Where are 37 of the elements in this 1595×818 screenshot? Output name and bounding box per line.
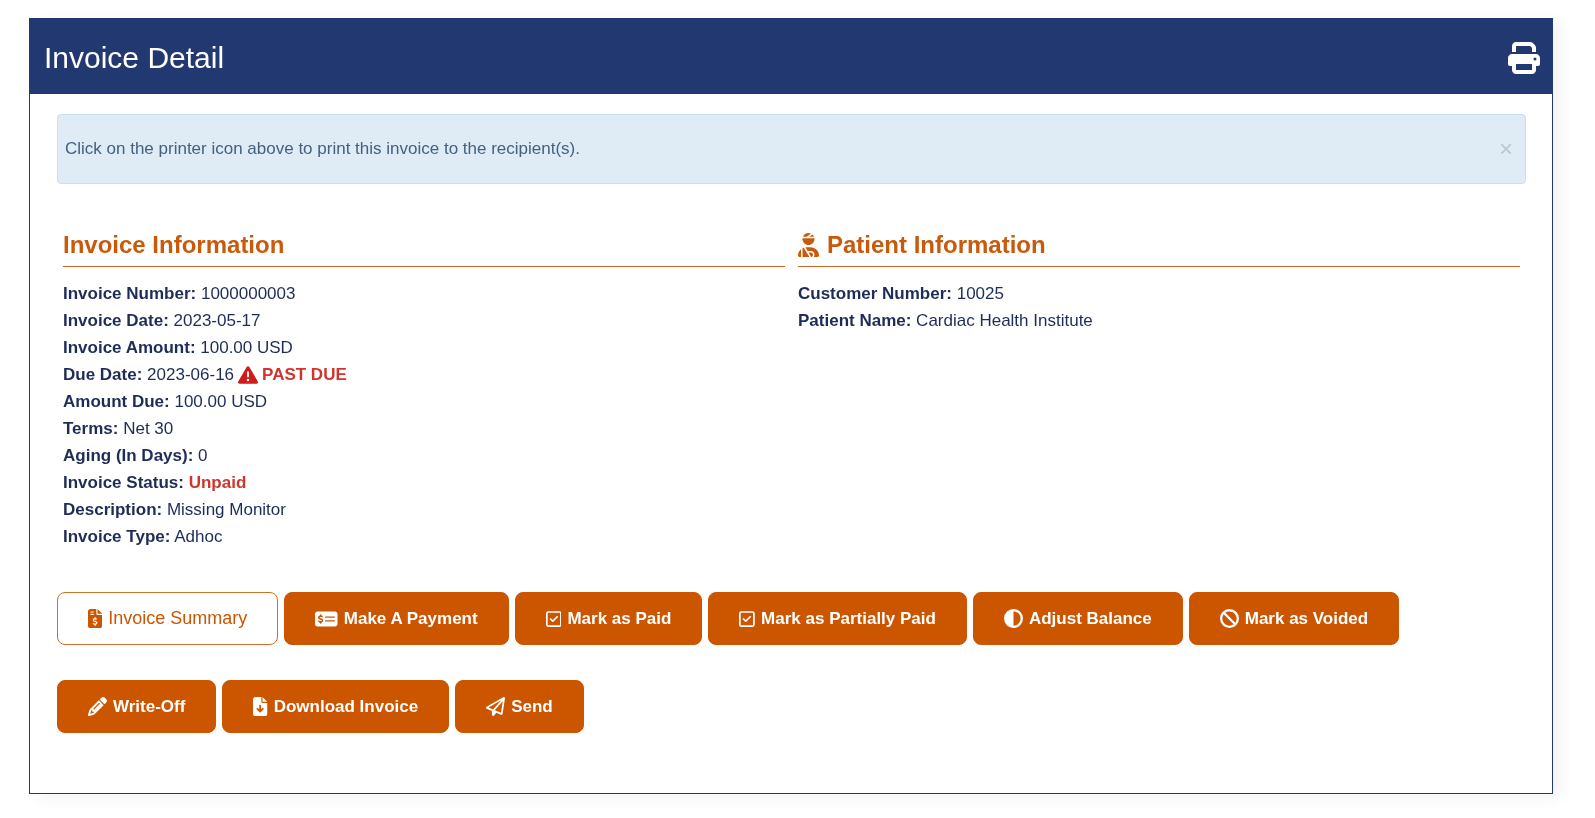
- injured-person-icon: [798, 233, 819, 257]
- action-button[interactable]: Adjust Balance: [972, 592, 1183, 645]
- file-download-icon: [253, 697, 268, 716]
- field-text: Terms: Net 30: [63, 418, 174, 440]
- field-text: Invoice Amount: 100.00 USD: [63, 337, 293, 359]
- action-button[interactable]: Mark as Voided: [1188, 592, 1400, 645]
- field-text: Patient Name: Cardiac Health Institute: [798, 310, 1093, 332]
- checked-box-icon: [739, 609, 756, 628]
- checked-box-icon: [545, 609, 562, 628]
- action-button[interactable]: Send: [455, 680, 584, 733]
- printer-icon: [1508, 41, 1540, 74]
- ban-icon: [1219, 609, 1239, 628]
- print-button[interactable]: [1508, 41, 1540, 74]
- pencil-icon: [88, 697, 107, 716]
- action-button[interactable]: Invoice Summary: [57, 592, 279, 645]
- warning-icon: [238, 364, 259, 385]
- dollar-file-icon: [88, 609, 103, 628]
- field-text: Invoice Type: Adhoc: [63, 526, 223, 548]
- action-button[interactable]: Make A Payment: [284, 592, 509, 645]
- field-text: Customer Number: 10025: [798, 283, 1004, 305]
- section-title: Patient Information: [827, 231, 1046, 259]
- action-button[interactable]: Mark as Paid: [514, 592, 703, 645]
- field-text: Invoice Date: 2023-05-17: [63, 310, 261, 332]
- field-text: Due Date: 2023-06-16: [63, 364, 235, 386]
- page-title: Invoice Detail: [44, 40, 225, 75]
- field-text: Description: Missing Monitor: [63, 499, 286, 521]
- alert-message: Click on the printer icon above to print this invoice to the recipient(s).: [65, 139, 580, 159]
- field-text: Aging (In Days): 0: [63, 445, 208, 467]
- field-text: Invoice Number: 1000000003: [63, 283, 296, 305]
- action-button[interactable]: Write-Off: [57, 680, 217, 733]
- paper-plane-icon: [486, 697, 506, 716]
- action-button[interactable]: Download Invoice: [222, 680, 450, 733]
- field-text: Amount Due: 100.00 USD: [63, 391, 268, 413]
- action-button[interactable]: Mark as Partially Paid: [708, 592, 967, 645]
- field-text: Invoice Status: Unpaid: [63, 472, 247, 494]
- past-due-label: PAST DUE: [262, 364, 347, 386]
- section-title: Invoice Information: [63, 231, 285, 259]
